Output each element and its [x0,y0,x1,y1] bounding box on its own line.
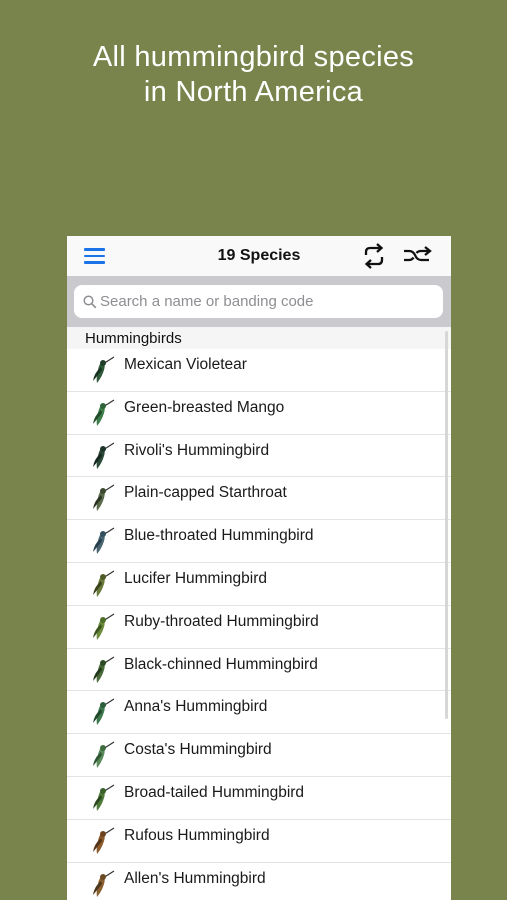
promo-line-1: All hummingbird species [92,41,415,73]
species-row[interactable]: Plain-capped Starthroat [67,477,451,521]
species-count-title: 19 Species [217,247,301,264]
species-row[interactable]: Rivoli's Hummingbird [67,434,451,478]
species-row[interactable]: Green-breasted Mango [67,391,451,435]
hummingbird-thumbnail-icon [93,570,115,597]
section-header: Hummingbirds [67,327,451,349]
species-list: Mexican Violetear Green-breasted Mango R… [67,349,451,900]
hummingbird-thumbnail-icon [93,784,115,811]
hummingbird-thumbnail-icon [93,356,115,383]
hummingbird-thumbnail-icon [93,741,115,769]
search-bar-container [67,276,451,327]
species-row[interactable]: Anna's Hummingbird [67,691,451,735]
species-name: Broad-tailed Hummingbird [124,783,305,801]
search-input[interactable] [100,285,430,318]
species-name: Mexican Violetear [124,356,247,373]
hummingbird-thumbnail-icon [93,442,115,469]
app-screen: 19 Species Hu [67,236,451,900]
menu-button[interactable] [84,247,106,265]
species-row[interactable]: Broad-tailed Hummingbird [67,776,451,820]
species-name: Blue-throated Hummingbird [124,527,314,545]
species-row[interactable]: Allen's Hummingbird [67,862,451,900]
hummingbird-thumbnail-icon [93,484,115,512]
scroll-indicator[interactable] [445,331,448,719]
sync-icon [364,243,384,269]
sync-button[interactable] [361,242,387,270]
species-name: Plain-capped Starthroat [124,484,287,502]
hummingbird-thumbnail-icon [93,527,115,555]
species-row[interactable]: Mexican Violetear [67,349,451,392]
section-title: Hummingbirds [85,330,182,347]
hummingbird-thumbnail-icon [93,827,115,854]
species-name: Lucifer Hummingbird [124,569,267,587]
species-name: Rivoli's Hummingbird [124,441,270,459]
shuffle-button[interactable] [403,244,433,268]
species-row[interactable]: Lucifer Hummingbird [67,562,451,606]
species-row[interactable]: Costa's Hummingbird [67,734,451,777]
species-name: Black-chinned Hummingbird [124,655,318,673]
promo-line-2: in North America [143,76,364,108]
species-name: Allen's Hummingbird [124,869,266,887]
species-name: Costa's Hummingbird [124,741,272,759]
shuffle-icon [404,246,432,262]
species-row[interactable]: Blue-throated Hummingbird [67,520,451,563]
species-name: Green-breasted Mango [124,398,285,416]
navigation-bar: 19 Species [67,236,451,276]
species-name: Ruby-throated Hummingbird [124,612,319,630]
search-box[interactable] [74,285,443,318]
species-name: Rufous Hummingbird [124,826,270,844]
species-row[interactable]: Ruby-throated Hummingbird [67,605,451,649]
species-row[interactable]: Black-chinned Hummingbird [67,648,451,692]
hummingbird-thumbnail-icon [93,399,115,426]
search-icon [83,295,97,309]
promo-headline: All hummingbird species in North America [0,40,507,110]
hummingbird-thumbnail-icon [93,698,115,726]
hummingbird-thumbnail-icon [93,656,115,683]
hummingbird-thumbnail-icon [93,613,115,640]
species-row[interactable]: Rufous Hummingbird [67,819,451,863]
species-name: Anna's Hummingbird [124,698,268,716]
hummingbird-thumbnail-icon [93,870,115,897]
